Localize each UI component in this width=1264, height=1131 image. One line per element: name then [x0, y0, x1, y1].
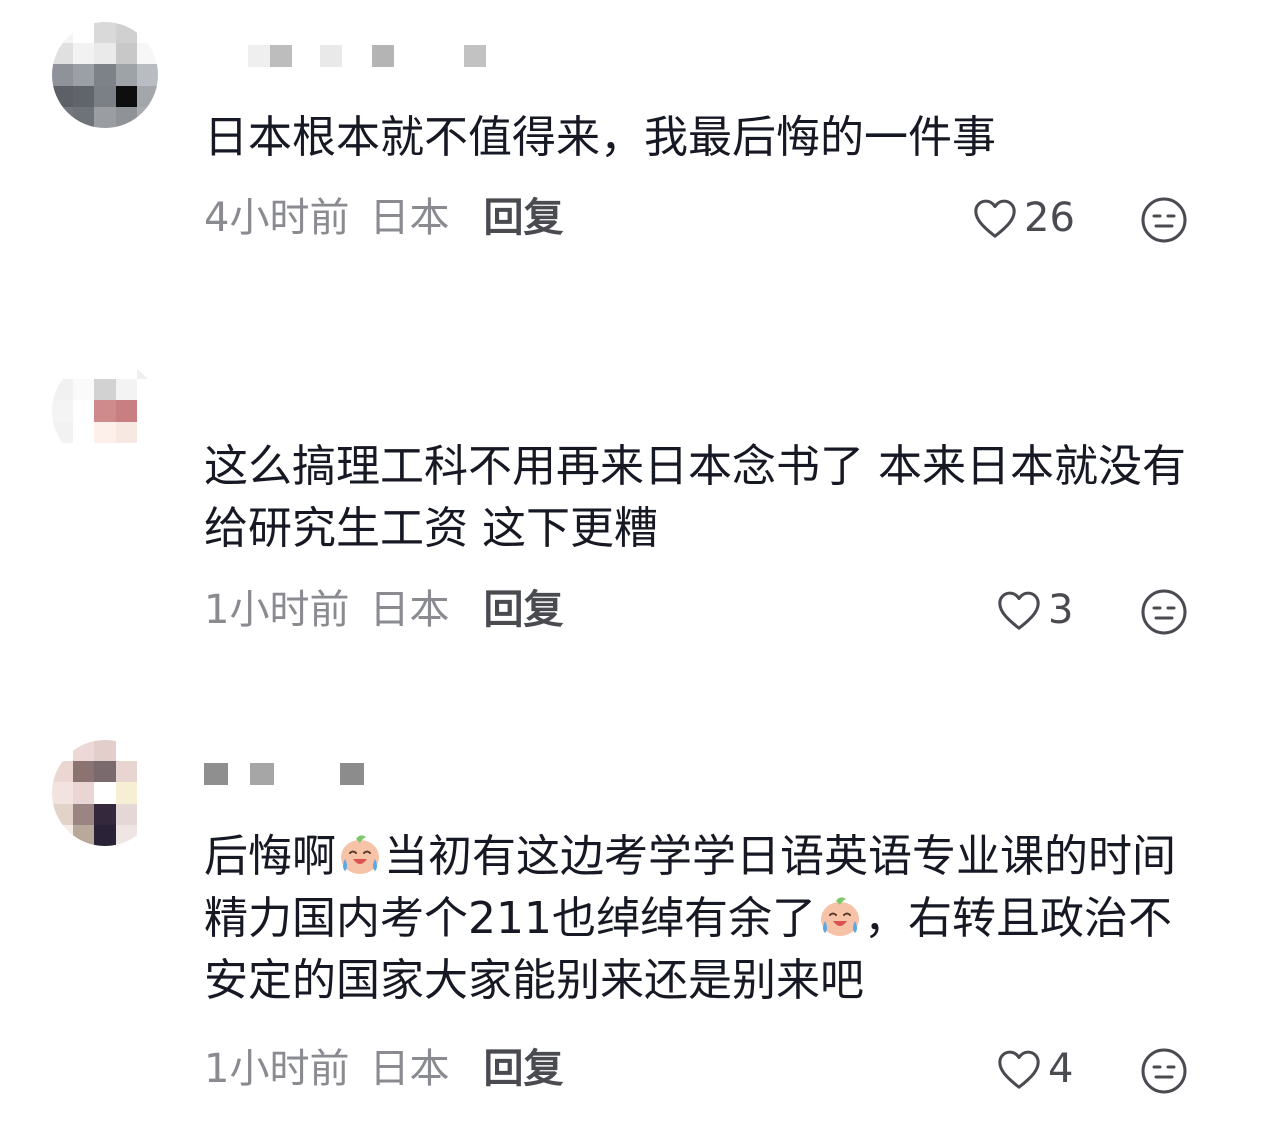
- heart-outline-icon: [998, 1050, 1040, 1089]
- reply-button[interactable]: 回复: [483, 1044, 563, 1094]
- reply-button[interactable]: 回复: [483, 585, 563, 635]
- neutral-face-icon[interactable]: [1140, 1047, 1188, 1095]
- comment-text: 日本根本就不值得来，我最后悔的一件事: [204, 112, 996, 163]
- avatar[interactable]: [52, 22, 158, 128]
- comment-location: 日本: [369, 195, 450, 241]
- comment-location: 日本: [369, 1046, 450, 1092]
- username[interactable]: [204, 45, 486, 67]
- like-count: 26: [1024, 195, 1075, 241]
- avatar[interactable]: [52, 358, 158, 464]
- username[interactable]: [204, 763, 364, 785]
- heart-outline-icon: [974, 199, 1016, 238]
- comment-text: 后悔啊 当初有这边考学学日语英语专业课的时间精力国内考个211也绰绰有余了 ，右…: [204, 826, 1194, 1012]
- like-count: 4: [1048, 1046, 1074, 1092]
- comment-meta: 1小时前 日本 回复: [204, 585, 563, 635]
- comment-time: 4小时前: [204, 195, 350, 241]
- comment-text: 这么搞理工科不用再来日本念书了 本来日本就没有给研究生工资 这下更糟: [204, 441, 1186, 554]
- crying-laughing-peach-emoji: [341, 835, 379, 874]
- comment-meta: 4小时前 日本 回复: [204, 193, 563, 243]
- reply-button[interactable]: 回复: [483, 193, 563, 243]
- neutral-face-icon[interactable]: [1140, 196, 1188, 244]
- like-button[interactable]: 26: [972, 193, 1075, 243]
- comment-time: 1小时前: [204, 587, 350, 633]
- like-button[interactable]: 4: [996, 1044, 1073, 1094]
- comment-text-part: 后悔啊: [204, 831, 336, 882]
- comment-location: 日本: [369, 587, 450, 633]
- comment-meta: 1小时前 日本 回复: [204, 1044, 563, 1094]
- heart-outline-icon: [998, 591, 1040, 630]
- avatar[interactable]: [52, 740, 158, 846]
- crying-laughing-peach-emoji: [820, 897, 859, 936]
- comment-time: 1小时前: [204, 1046, 350, 1092]
- like-button[interactable]: 3: [996, 585, 1073, 635]
- like-count: 3: [1048, 587, 1074, 633]
- neutral-face-icon[interactable]: [1140, 588, 1188, 636]
